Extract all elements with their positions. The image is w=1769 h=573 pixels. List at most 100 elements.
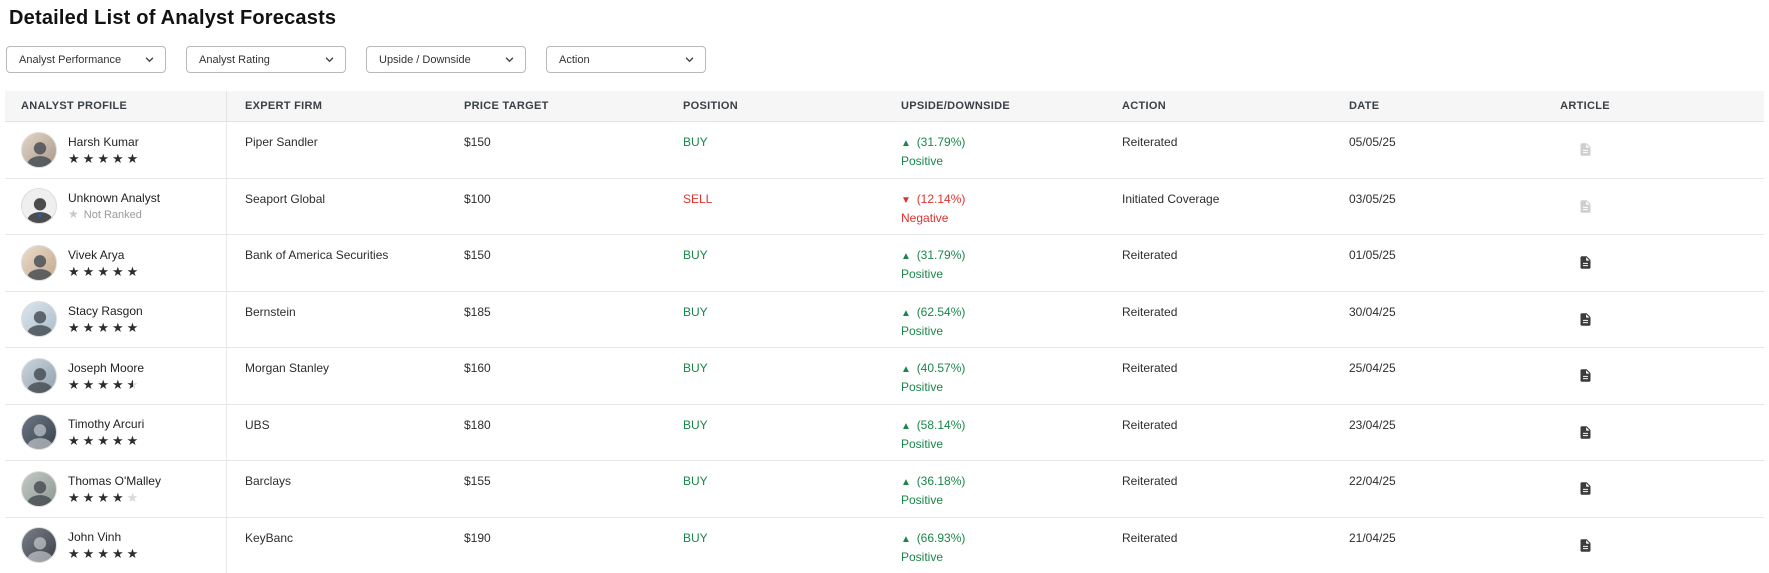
sentiment-label: Negative <box>901 211 1096 225</box>
analyst-name: Vivek Arya <box>68 248 141 262</box>
table-row: Timothy Arcuri ★★★★★ UBS $180 BUY ▲ (58.… <box>5 405 1764 462</box>
header-analyst-profile: ANALYST PROFILE <box>5 91 227 121</box>
star-icon: ★ <box>127 491 139 504</box>
person-icon <box>22 475 57 507</box>
date-cell: 03/05/25 <box>1331 179 1550 235</box>
article-cell <box>1550 179 1620 235</box>
date-cell: 22/04/25 <box>1331 461 1550 517</box>
expert-firm-cell: Barclays <box>227 461 446 517</box>
star-icon: ★ <box>127 434 139 447</box>
star-icon: ★ <box>68 265 80 278</box>
analyst-profile-cell: Harsh Kumar ★★★★★ <box>5 122 227 178</box>
table-body: Harsh Kumar ★★★★★ Piper Sandler $150 BUY… <box>5 122 1764 573</box>
star-icon: ★ <box>112 434 124 447</box>
row-filler <box>1620 405 1764 461</box>
position-cell: BUY <box>665 235 883 291</box>
star-icon: ★ <box>127 547 139 560</box>
header-article: ARTICLE <box>1550 100 1620 112</box>
star-icon: ★ <box>68 378 80 391</box>
date-cell: 01/05/25 <box>1331 235 1550 291</box>
direction-icon: ▼ <box>901 195 914 206</box>
row-filler <box>1620 122 1764 178</box>
table-row: Joseph Moore ★★★★★★ Morgan Stanley $160 … <box>5 348 1764 405</box>
star-icon: ★ <box>112 547 124 560</box>
action-cell: Reiterated <box>1104 518 1331 573</box>
direction-icon: ▲ <box>901 477 914 488</box>
star-icon: ★ <box>97 321 109 334</box>
article-document-icon <box>1575 140 1595 160</box>
analyst-name: Stacy Rasgon <box>68 304 143 318</box>
avatar <box>21 527 57 563</box>
price-target-cell: $100 <box>446 179 665 235</box>
article-cell <box>1550 518 1620 573</box>
analyst-rating-stars: ★★★★★ <box>68 321 143 334</box>
chevron-down-icon <box>144 54 155 65</box>
header-action: ACTION <box>1104 100 1331 112</box>
article-cell <box>1550 235 1620 291</box>
star-icon: ★ <box>68 321 80 334</box>
star-icon: ★ <box>97 434 109 447</box>
person-icon <box>22 136 57 168</box>
article-document-icon[interactable] <box>1575 479 1595 499</box>
star-icon: ★ <box>97 547 109 560</box>
analyst-profile-cell: Stacy Rasgon ★★★★★ <box>5 292 227 348</box>
change-percent: (31.79%) <box>917 248 966 262</box>
direction-icon: ▲ <box>901 534 914 545</box>
star-icon: ★ <box>83 547 95 560</box>
star-icon: ★ <box>68 152 80 165</box>
sentiment-label: Positive <box>901 267 1096 281</box>
filter-label: Analyst Performance <box>19 54 121 66</box>
filter-analyst-rating[interactable]: Analyst Rating <box>186 46 346 73</box>
filter-label: Upside / Downside <box>379 54 471 66</box>
filter-action[interactable]: Action <box>546 46 706 73</box>
article-document-icon[interactable] <box>1575 422 1595 442</box>
star-icon: ★ <box>83 491 95 504</box>
upside-downside-cell: ▲ (40.57%) Positive <box>883 348 1104 404</box>
filter-bar: Analyst Performance Analyst Rating Upsid… <box>6 46 1764 73</box>
price-target-cell: $150 <box>446 122 665 178</box>
person-icon <box>22 249 57 281</box>
star-icon: ★ <box>83 265 95 278</box>
upside-downside-cell: ▼ (12.14%) Negative <box>883 179 1104 235</box>
analyst-profile-cell: Unknown Analyst ★Not Ranked <box>5 179 227 235</box>
row-filler <box>1620 292 1764 348</box>
article-document-icon[interactable] <box>1575 309 1595 329</box>
position-cell: BUY <box>665 292 883 348</box>
filter-analyst-performance[interactable]: Analyst Performance <box>6 46 166 73</box>
sentiment-label: Positive <box>901 493 1096 507</box>
analyst-profile-cell: John Vinh ★★★★★ <box>5 518 227 573</box>
row-filler <box>1620 235 1764 291</box>
upside-downside-cell: ▲ (58.14%) Positive <box>883 405 1104 461</box>
table-header: ANALYST PROFILE EXPERT FIRM PRICE TARGET… <box>5 91 1764 122</box>
change-percent: (58.14%) <box>917 418 966 432</box>
avatar <box>21 245 57 281</box>
header-expert-firm: EXPERT FIRM <box>227 100 446 112</box>
date-cell: 05/05/25 <box>1331 122 1550 178</box>
price-target-cell: $185 <box>446 292 665 348</box>
analyst-profile-cell: Joseph Moore ★★★★★★ <box>5 348 227 404</box>
upside-downside-cell: ▲ (36.18%) Positive <box>883 461 1104 517</box>
not-ranked-label: Not Ranked <box>84 209 142 221</box>
filter-upside-downside[interactable]: Upside / Downside <box>366 46 526 73</box>
sentiment-label: Positive <box>901 437 1096 451</box>
star-icon: ★ <box>83 378 95 391</box>
analyst-rating-stars: ★★★★★ <box>68 491 161 504</box>
header-upside-downside: UPSIDE/DOWNSIDE <box>883 100 1104 112</box>
sentiment-label: Positive <box>901 324 1096 338</box>
position-cell: BUY <box>665 405 883 461</box>
price-target-cell: $190 <box>446 518 665 573</box>
star-icon: ★ <box>68 208 79 221</box>
article-document-icon[interactable] <box>1575 535 1595 555</box>
upside-downside-cell: ▲ (31.79%) Positive <box>883 122 1104 178</box>
article-document-icon[interactable] <box>1575 366 1595 386</box>
analyst-name: Timothy Arcuri <box>68 417 144 431</box>
analyst-rating-stars: ★★★★★★ <box>68 378 144 391</box>
star-icon: ★ <box>83 434 95 447</box>
row-filler <box>1620 518 1764 573</box>
article-document-icon[interactable] <box>1575 253 1595 273</box>
expert-firm-cell: Seaport Global <box>227 179 446 235</box>
person-icon <box>22 362 57 394</box>
direction-icon: ▲ <box>901 138 914 149</box>
row-filler <box>1620 179 1764 235</box>
article-cell <box>1550 122 1620 178</box>
